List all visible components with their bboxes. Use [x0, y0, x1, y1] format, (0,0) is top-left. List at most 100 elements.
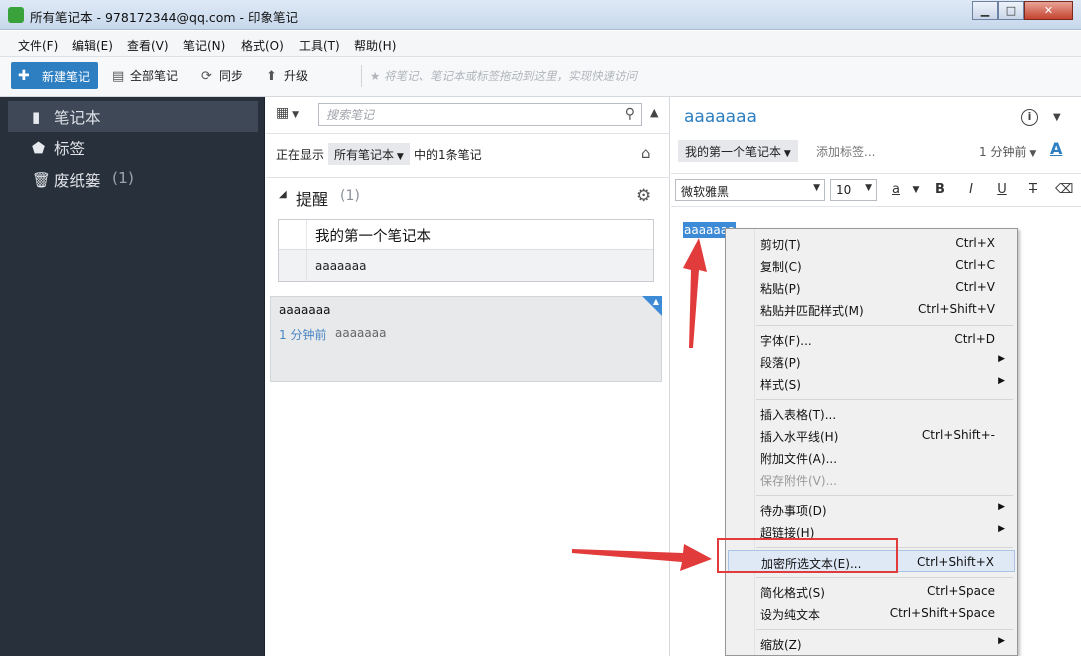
menu-help[interactable]: 帮助(H): [354, 37, 396, 54]
shortcuts-bar[interactable]: ★ 将笔记、笔记本或标签拖动到这里，实现快速访问: [370, 68, 637, 84]
strikethrough-button[interactable]: T: [1024, 182, 1042, 197]
note-time-dropdown[interactable]: 1 分钟前 ▼: [979, 143, 1036, 160]
toolbar: ✚ 新建笔记 ▤ 全部笔记 ⟳ 同步 ⬆ 升级 ★ 将笔记、笔记本或标签拖动到这里，实…: [0, 57, 1081, 97]
toolbar-divider: [361, 65, 362, 87]
italic-button[interactable]: I: [962, 182, 980, 197]
menu-bar: 文件(F) 编辑(E) 查看(V) 笔记(N) 格式(O) 工具(T) 帮助(H…: [0, 31, 1081, 57]
reminder-checkbox[interactable]: [279, 220, 307, 250]
add-tag-input[interactable]: 添加标签...: [816, 143, 875, 160]
underline-button[interactable]: U: [993, 182, 1011, 197]
font-color-button[interactable]: a: [887, 182, 905, 197]
reminder-note-row[interactable]: aaaaaaa: [279, 250, 653, 281]
sidebar-item-notebooks[interactable]: ▮ 笔记本: [8, 101, 258, 132]
menu-todo[interactable]: 待办事项(D) ▶: [728, 498, 1015, 520]
view-options-button[interactable]: ▦ ▼: [276, 105, 299, 121]
menu-paragraph[interactable]: 段落(P) ▶: [728, 350, 1015, 372]
new-note-label: 新建笔记: [42, 70, 91, 84]
menu-style[interactable]: 样式(S) ▶: [728, 372, 1015, 394]
menu-item-label: 待办事项(D): [760, 504, 827, 518]
sync-button[interactable]: ⟳ 同步: [201, 67, 243, 84]
notebook-icon: ▮: [32, 108, 41, 126]
sidebar-item-label: 笔记本: [54, 109, 101, 127]
menu-separator: [756, 399, 1013, 400]
gear-icon[interactable]: ⚙: [636, 186, 651, 206]
showing-prefix: 正在显示: [276, 148, 325, 162]
bold-button[interactable]: B: [931, 182, 949, 197]
minimize-button[interactable]: ▁: [972, 1, 998, 20]
menu-tools[interactable]: 工具(T): [299, 37, 340, 54]
chevron-down-icon: ▼: [813, 183, 820, 193]
menu-cut[interactable]: 剪切(T) Ctrl+X: [728, 232, 1015, 254]
note-notebook-dropdown[interactable]: 我的第一个笔记本 ▼: [678, 140, 798, 162]
trash-count: (1): [112, 169, 134, 187]
note-card-title: aaaaaaa: [279, 303, 331, 317]
font-family-value: 微软雅黑: [681, 185, 730, 199]
reminder-collapse-icon[interactable]: ◢: [279, 189, 287, 200]
new-note-button[interactable]: ✚ 新建笔记: [11, 62, 98, 89]
clear-format-button[interactable]: ⌫: [1055, 182, 1073, 197]
reminder-checkbox[interactable]: [279, 250, 307, 281]
all-notes-button[interactable]: ▤ 全部笔记: [112, 67, 178, 84]
font-family-select[interactable]: 微软雅黑 ▼: [675, 179, 825, 201]
search-filter-icon[interactable]: ⌂: [641, 144, 651, 162]
font-size-select[interactable]: 10 ▼: [830, 179, 877, 201]
menu-simplify-format[interactable]: 简化格式(S) Ctrl+Space: [728, 580, 1015, 602]
menu-item-label: 缩放(Z): [760, 638, 802, 652]
menu-format[interactable]: 格式(O): [241, 37, 284, 54]
menu-item-label: 插入表格(T)...: [760, 408, 837, 422]
note-title[interactable]: aaaaaaa: [684, 107, 757, 127]
chevron-down-icon: ▼: [394, 152, 404, 162]
menu-insert-table[interactable]: 插入表格(T)...: [728, 402, 1015, 424]
upgrade-button[interactable]: ⬆ 升级: [266, 67, 308, 84]
menu-zoom[interactable]: 缩放(Z) ▶: [728, 632, 1015, 654]
info-icon[interactable]: i: [1021, 109, 1038, 126]
notebook-filter-dropdown[interactable]: 所有笔记本 ▼: [328, 143, 410, 165]
menu-note[interactable]: 笔记(N): [183, 37, 225, 54]
more-options-icon[interactable]: ▼: [1053, 112, 1061, 123]
sidebar-item-tags[interactable]: ⬟ 标签: [8, 132, 258, 163]
trash-icon: 🗑: [32, 171, 52, 189]
menu-file[interactable]: 文件(F): [18, 37, 58, 54]
chevron-down-icon[interactable]: ▼: [907, 185, 925, 195]
text-format-icon[interactable]: A: [1050, 139, 1062, 158]
close-button[interactable]: ✕: [1024, 1, 1073, 20]
search-icon[interactable]: ⚲: [625, 106, 635, 122]
search-input[interactable]: [319, 104, 609, 125]
menu-insert-hr[interactable]: 插入水平线(H) Ctrl+Shift+-: [728, 424, 1015, 446]
upgrade-icon: ⬆: [266, 69, 277, 84]
context-menu: 剪切(T) Ctrl+X 复制(C) Ctrl+C 粘贴(P) Ctrl+V 粘贴并匹…: [725, 228, 1018, 656]
star-icon: ★: [370, 69, 384, 83]
collapse-list-icon[interactable]: ▲: [650, 106, 658, 119]
chevron-down-icon: ▼: [289, 110, 300, 120]
menu-item-label: 粘贴并匹配样式(M): [760, 304, 864, 318]
list-view-icon: ▦: [276, 105, 290, 121]
menu-paste-match-style[interactable]: 粘贴并匹配样式(M) Ctrl+Shift+V: [728, 298, 1015, 320]
menu-edit[interactable]: 编辑(E): [72, 37, 113, 54]
menu-item-shortcut: Ctrl+D: [954, 332, 995, 346]
sync-icon: ⟳: [201, 69, 212, 84]
menu-separator: [756, 495, 1013, 496]
submenu-arrow-icon: ▶: [998, 354, 1005, 364]
menu-font[interactable]: 字体(F)... Ctrl+D: [728, 328, 1015, 350]
menu-paste[interactable]: 粘贴(P) Ctrl+V: [728, 276, 1015, 298]
menu-copy[interactable]: 复制(C) Ctrl+C: [728, 254, 1015, 276]
reminder-count: (1): [340, 188, 360, 204]
divider: [266, 177, 670, 178]
maximize-button[interactable]: □: [998, 1, 1024, 20]
chevron-down-icon: ▼: [781, 149, 791, 159]
menu-item-label: 剪切(T): [760, 238, 801, 252]
notebook-filter-label: 所有笔记本: [334, 148, 395, 162]
sidebar-item-trash[interactable]: 🗑 废纸篓 (1): [8, 164, 258, 195]
note-notebook-label: 我的第一个笔记本: [685, 145, 782, 159]
menu-separator: [756, 577, 1013, 578]
note-card[interactable]: aaaaaaa 1 分钟前 aaaaaaa ▲: [270, 296, 662, 382]
menu-attach-file[interactable]: 附加文件(A)...: [728, 446, 1015, 468]
menu-plain-text[interactable]: 设为纯文本 Ctrl+Shift+Space: [728, 602, 1015, 624]
menu-item-label: 保存附件(V)...: [760, 474, 838, 488]
reminder-card[interactable]: 我的第一个笔记本 aaaaaaa: [278, 219, 654, 282]
menu-view[interactable]: 查看(V): [127, 37, 169, 54]
menu-separator: [756, 325, 1013, 326]
all-notes-icon: ▤: [112, 69, 125, 84]
submenu-arrow-icon: ▶: [998, 376, 1005, 386]
note-time-label: 1 分钟前: [979, 145, 1027, 159]
